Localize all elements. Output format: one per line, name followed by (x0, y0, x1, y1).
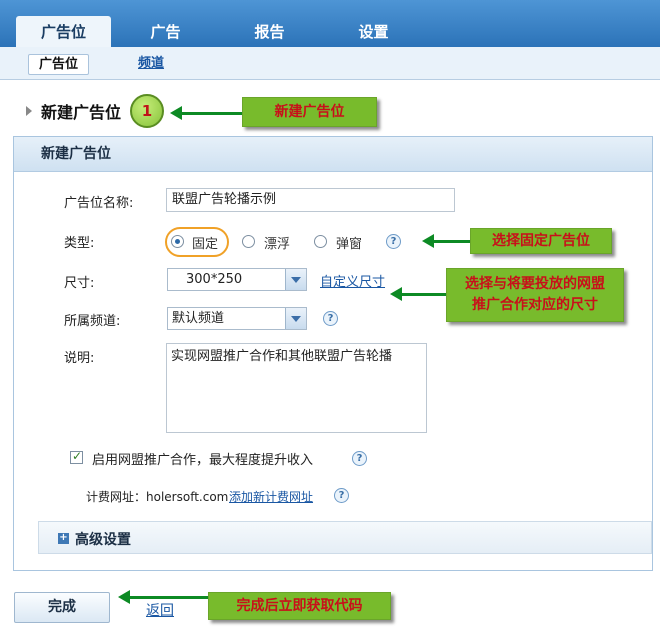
radio-popup[interactable] (314, 235, 327, 248)
page-title: 新建广告位 (41, 103, 122, 122)
page-heading: 新建广告位 (26, 100, 121, 122)
callout-size-line1: 选择与将要投放的网盟 (465, 276, 605, 292)
size-value: 300*250 (186, 272, 243, 287)
subtab-channel[interactable]: 频道 (128, 54, 174, 75)
callout-done: 完成后立即获取代码 (208, 592, 391, 620)
tab-ad-slot[interactable]: 广告位 (16, 16, 111, 47)
panel-title: 新建广告位 (14, 137, 652, 172)
radio-popup-label: 弹窗 (336, 237, 363, 252)
expand-triangle-icon (26, 106, 32, 116)
callout-arrow-size (390, 287, 446, 301)
type-label: 类型: (64, 236, 95, 251)
callout-arrow-new (170, 106, 242, 120)
radio-float[interactable] (242, 235, 255, 248)
dropdown-arrow-icon (285, 269, 306, 290)
tab-reports[interactable]: 报告 (222, 16, 317, 47)
top-nav: 广告位 广告 报告 设置 (0, 0, 660, 47)
sub-nav: 广告位 频道 (0, 47, 660, 80)
billing-label: 计费网址：holersoft.com (86, 490, 229, 504)
help-icon-network[interactable]: ? (352, 451, 367, 466)
plus-icon: + (58, 532, 69, 544)
advanced-settings-label: 高级设置 (75, 532, 131, 548)
channel-value: 默认频道 (172, 311, 225, 326)
name-input[interactable]: 联盟广告轮播示例 (166, 188, 455, 212)
add-billing-link[interactable]: 添加新计费网址 (229, 488, 313, 505)
name-label: 广告位名称: (64, 196, 134, 211)
radio-float-label: 漂浮 (264, 237, 291, 252)
channel-label: 所属频道: (64, 314, 121, 329)
help-icon-billing[interactable]: ? (334, 488, 349, 503)
done-button[interactable]: 完成 (14, 592, 110, 623)
callout-size-line2: 推广合作对应的尺寸 (472, 297, 598, 313)
back-link[interactable]: 返回 (146, 600, 174, 620)
tab-settings[interactable]: 设置 (326, 16, 421, 47)
tab-ads[interactable]: 广告 (118, 16, 213, 47)
network-checkbox[interactable] (70, 449, 83, 464)
help-icon-type[interactable]: ? (386, 234, 401, 249)
advanced-settings-bar[interactable]: + 高级设置 (38, 521, 652, 554)
size-select[interactable]: 300*250 (167, 268, 307, 291)
callout-size: 选择与将要投放的网盟 推广合作对应的尺寸 (446, 268, 624, 322)
desc-textarea[interactable]: 实现网盟推广合作和其他联盟广告轮播 (166, 343, 427, 433)
step-badge: 1 (130, 94, 164, 128)
desc-label: 说明: (64, 351, 95, 366)
subtab-ad-slot[interactable]: 广告位 (28, 54, 90, 75)
channel-select[interactable]: 默认频道 (167, 307, 307, 330)
network-checkbox-label: 启用网盟推广合作，最大程度提升收入 (92, 453, 314, 468)
callout-fixed: 选择固定广告位 (470, 228, 612, 254)
custom-size-link[interactable]: 自定义尺寸 (320, 271, 385, 290)
help-icon-channel[interactable]: ? (323, 311, 338, 326)
radio-fixed-label: 固定 (192, 237, 219, 252)
callout-arrow-fixed (422, 234, 470, 248)
size-label: 尺寸: (64, 276, 95, 291)
callout-arrow-done (118, 590, 208, 604)
radio-fixed[interactable] (171, 235, 184, 248)
dropdown-arrow-icon (285, 308, 306, 329)
callout-new-slot: 新建广告位 (242, 97, 377, 127)
